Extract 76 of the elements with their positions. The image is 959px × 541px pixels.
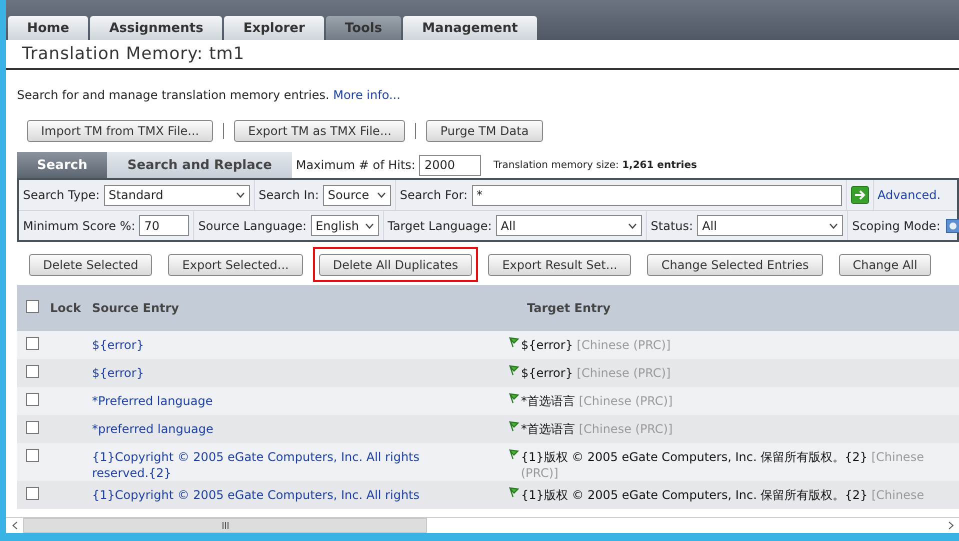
- source-entry-link[interactable]: {1}Copyright © 2005 eGate Computers, Inc. All rights: [92, 487, 432, 503]
- field-label: Scoping Mode:: [852, 218, 940, 232]
- entry-action-button[interactable]: Export Result Set...: [488, 254, 632, 276]
- scroll-grip-icon[interactable]: [222, 522, 228, 529]
- entry-action-button[interactable]: Delete All Duplicates: [318, 254, 472, 276]
- nav-tab[interactable]: Explorer: [224, 16, 324, 40]
- source-entry-link[interactable]: {1}Copyright © 2005 eGate Computers, Inc. All rights reserved.{2}: [92, 449, 432, 481]
- target-entry-text: *首选语言 [Chinese (PRC)]: [521, 421, 673, 437]
- source-entry-link[interactable]: ${error}: [92, 337, 432, 353]
- row-checkbox[interactable]: [26, 421, 39, 434]
- horizontal-scrollbar[interactable]: [6, 517, 959, 533]
- column-header: Lock: [50, 301, 81, 315]
- tm-size-text: Translation memory size: 1,261 entries: [493, 160, 697, 170]
- nav-tab[interactable]: Home: [8, 16, 88, 40]
- flag-icon: [509, 393, 519, 404]
- dropdown-caret-icon: [829, 222, 838, 228]
- flag-icon: [509, 365, 519, 376]
- flag-icon: [509, 487, 519, 498]
- search-tab[interactable]: Search: [17, 152, 108, 178]
- field-label: Maximum # of Hits:: [296, 158, 416, 172]
- scoping-mode-icon[interactable]: [946, 218, 959, 232]
- dropdown-caret-icon: [628, 222, 637, 228]
- tm-action-button[interactable]: Purge TM Data: [426, 120, 543, 142]
- flag-icon: [509, 421, 519, 432]
- field-label: Search For:: [400, 188, 468, 202]
- max-hits-input[interactable]: 2000: [419, 154, 482, 176]
- target-entry-text: ${error} [Chinese (PRC)]: [521, 337, 671, 353]
- description-text: Search for and manage translation memory entries.: [17, 88, 330, 102]
- column-header: Source Entry: [92, 301, 179, 315]
- flag-icon: [509, 449, 519, 460]
- target-entry-text: ${error} [Chinese (PRC)]: [521, 365, 671, 381]
- dropdown-select[interactable]: Standard: [104, 184, 250, 206]
- field-label: Status:: [650, 218, 694, 232]
- row-checkbox[interactable]: [26, 487, 39, 500]
- row-checkbox[interactable]: [26, 449, 39, 462]
- page-title: Translation Memory: tm1: [6, 40, 959, 70]
- dropdown-select[interactable]: English: [310, 215, 379, 236]
- entry-action-button[interactable]: Delete Selected: [29, 254, 152, 276]
- entry-action-button[interactable]: Export Selected...: [168, 254, 303, 276]
- field-label: Search In:: [258, 188, 319, 202]
- tm-action-button[interactable]: Import TM from TMX File...: [27, 120, 214, 142]
- dropdown-caret-icon: [236, 192, 245, 198]
- text-input[interactable]: 70: [139, 215, 190, 236]
- field-label: Source Language:: [198, 218, 307, 232]
- text-input[interactable]: *: [472, 184, 842, 206]
- column-header: Target Entry: [527, 301, 611, 315]
- source-entry-link[interactable]: *preferred language: [92, 421, 432, 437]
- scroll-right-icon[interactable]: [948, 521, 954, 530]
- field-label: Search Type:: [23, 188, 100, 202]
- search-tab[interactable]: Search and Replace: [107, 152, 292, 178]
- tm-action-button[interactable]: Export TM as TMX File...: [234, 120, 406, 142]
- target-entry-text: *首选语言 [Chinese (PRC)]: [521, 393, 673, 409]
- dropdown-caret-icon: [364, 222, 374, 228]
- source-entry-link[interactable]: *Preferred language: [92, 393, 432, 409]
- scroll-left-icon[interactable]: [12, 521, 18, 530]
- row-checkbox[interactable]: [26, 337, 39, 350]
- select-all-checkbox[interactable]: [26, 300, 39, 313]
- target-entry-text: {1}版权 © 2005 eGate Computers, Inc. 保留所有版权。{2} [Chinese (PRC)]: [520, 449, 925, 481]
- dropdown-caret-icon: [376, 192, 386, 198]
- row-checkbox[interactable]: [26, 393, 39, 406]
- source-entry-link[interactable]: ${error}: [92, 365, 432, 381]
- dropdown-select[interactable]: Source: [322, 184, 391, 206]
- nav-tab[interactable]: Management: [403, 16, 537, 40]
- flag-icon: [509, 337, 519, 348]
- entry-action-button[interactable]: Change All: [838, 254, 932, 276]
- row-checkbox[interactable]: [26, 365, 39, 378]
- dropdown-select[interactable]: All: [496, 215, 642, 236]
- advanced-link[interactable]: Advanced.: [878, 188, 941, 202]
- more-info-link[interactable]: More info...: [333, 88, 400, 102]
- target-entry-text: {1}版权 © 2005 eGate Computers, Inc. 保留所有版权。{2} [Chinese: [521, 487, 924, 503]
- field-label: Minimum Score %:: [23, 218, 136, 232]
- field-label: Target Language:: [388, 218, 492, 232]
- nav-tab[interactable]: Tools: [326, 16, 402, 40]
- nav-tab[interactable]: Assignments: [90, 16, 222, 40]
- entry-action-button[interactable]: Change Selected Entries: [647, 254, 823, 276]
- dropdown-select[interactable]: All: [697, 215, 844, 236]
